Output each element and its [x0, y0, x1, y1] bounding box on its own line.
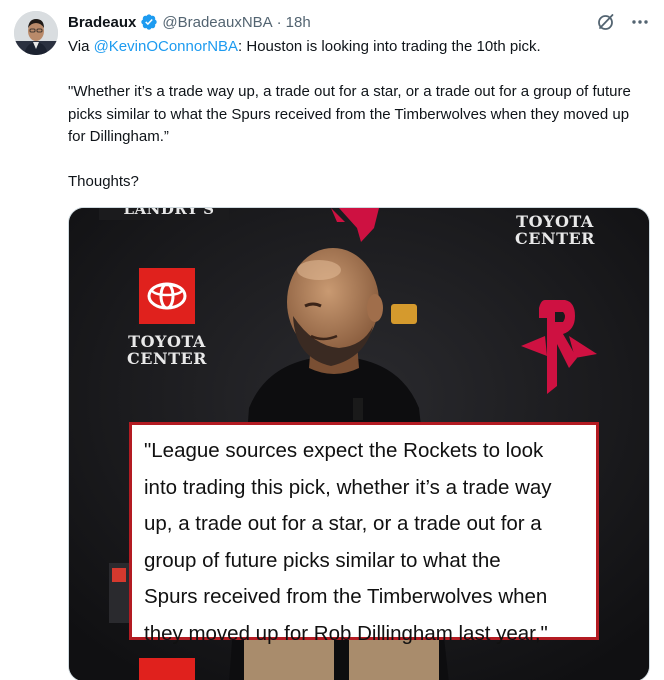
user-handle[interactable]: @BradeauxNBA — [162, 14, 272, 31]
toyota-right-line2: CENTER — [515, 228, 595, 248]
tweet-prefix: Via — [68, 38, 94, 55]
backdrop-top-text: LANDRY'S — [123, 207, 215, 218]
timestamp[interactable]: 18h — [286, 14, 311, 31]
grok-icon[interactable] — [596, 12, 616, 32]
more-icon[interactable] — [630, 12, 650, 32]
quote-line-5: Spurs received from the Timberwolves whe… — [144, 585, 548, 608]
tweet-image[interactable]: LANDRY'S TOYOTA CENTER TOYOTA CENTER "Le… — [68, 207, 650, 680]
display-name[interactable]: Bradeaux — [68, 14, 136, 31]
quote-callout: "League sources expect the Rockets to lo… — [129, 422, 599, 645]
tweet-line-1: Via @KevinOConnorNBA: Houston is looking… — [68, 36, 648, 59]
avatar[interactable] — [14, 11, 58, 55]
tweet-text: Via @KevinOConnorNBA: Houston is looking… — [68, 36, 648, 194]
toyota-left-line2: CENTER — [127, 348, 207, 368]
quote-line-2: into trading this pick, whether it’s a t… — [144, 475, 552, 499]
mention-link[interactable]: @KevinOConnorNBA — [94, 38, 238, 55]
verified-badge-icon — [140, 13, 158, 31]
tweet-line1-rest: : Houston is looking into trading the 10… — [238, 38, 541, 55]
tweet-paragraph-3: Thoughts? — [68, 173, 139, 190]
quote-line-3: up, a trade out for a star, or a trade o… — [144, 512, 542, 535]
separator-dot: · — [276, 13, 282, 31]
tweet-header: Bradeaux @BradeauxNBA · 18h — [68, 12, 650, 32]
quote-line-4: group of future picks similar to what th… — [144, 548, 501, 572]
tweet-paragraph-2: "Whether it’s a trade way up, a trade ou… — [68, 83, 631, 145]
toyota-center-left: TOYOTA CENTER — [127, 333, 207, 368]
quote-line-6: they moved up for Rob Dillingham last ye… — [144, 621, 548, 645]
quote-line-1: "League sources expect the Rockets to lo… — [144, 439, 544, 462]
toyota-center-right: TOYOTA CENTER — [515, 213, 595, 248]
